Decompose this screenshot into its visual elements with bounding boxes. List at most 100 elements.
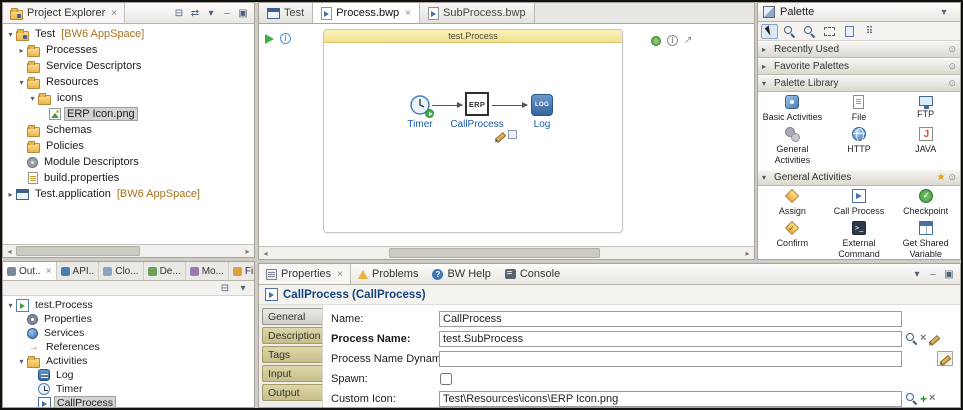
node-timer[interactable]: Timer bbox=[394, 94, 446, 130]
expander-icon[interactable]: ▸ bbox=[16, 46, 27, 55]
info-icon[interactable]: i bbox=[280, 33, 291, 44]
scroll-left-icon[interactable]: ◂ bbox=[3, 247, 16, 256]
minimize-icon[interactable]: – bbox=[926, 267, 940, 282]
tree-item-test-project[interactable]: ▾ Test [BW6 AppSpace] bbox=[3, 26, 254, 42]
process-canvas[interactable]: i i ↗ test.Process bbox=[259, 24, 754, 246]
tree-item-erp-icon-png[interactable]: ERP Icon.png bbox=[3, 106, 254, 122]
maximize-icon[interactable]: ▣ bbox=[942, 267, 956, 282]
expander-icon[interactable]: ▾ bbox=[5, 30, 16, 39]
palette-item-general-activities[interactable]: General Activities bbox=[759, 127, 826, 165]
custom-icon-input[interactable] bbox=[439, 391, 902, 407]
scrollbar-thumb[interactable] bbox=[16, 246, 140, 256]
palette-item-checkpoint[interactable]: Checkpoint bbox=[892, 189, 959, 216]
palette-item-call-process[interactable]: Call Process bbox=[826, 189, 893, 216]
tab-bw-help[interactable]: ? BW Help bbox=[425, 264, 497, 284]
editor-tab-test[interactable]: Test bbox=[259, 3, 313, 23]
zoom-out-icon[interactable] bbox=[801, 24, 818, 39]
collapse-all-icon[interactable]: ⊟ bbox=[218, 281, 232, 296]
tree-item-service-descriptors[interactable]: Service Descriptors bbox=[3, 58, 254, 74]
tree-item-test-application[interactable]: ▸ Test.application [BW6 AppSpace] bbox=[3, 186, 254, 202]
name-input[interactable] bbox=[439, 311, 902, 327]
drawer-recently-used[interactable]: ▸ Recently Used ⊙ bbox=[758, 41, 960, 58]
pin-icon[interactable]: ⊙ bbox=[948, 172, 956, 183]
tab-file-explorer[interactable]: File... bbox=[229, 262, 255, 280]
browse-icon[interactable] bbox=[905, 332, 918, 345]
drawer-palette-library[interactable]: ▾ Palette Library ⊙ bbox=[758, 75, 960, 92]
palette-item-external-command[interactable]: External Command bbox=[826, 221, 893, 259]
palette-item-java[interactable]: JAVA bbox=[892, 127, 959, 165]
scrollbar-thumb[interactable] bbox=[389, 248, 600, 258]
palette-item-basic-activities[interactable]: Basic Activities bbox=[759, 95, 826, 122]
expander-icon[interactable]: ▾ bbox=[16, 357, 27, 366]
layout-grid-icon[interactable]: ⠿ bbox=[861, 24, 878, 39]
tree-item-processes[interactable]: ▸ Processes bbox=[3, 42, 254, 58]
zoom-in-icon[interactable] bbox=[781, 24, 798, 39]
tab-outline[interactable]: Out.. × bbox=[3, 262, 57, 280]
process-scope[interactable]: test.Process Timer bbox=[323, 29, 623, 233]
browse-icon[interactable] bbox=[905, 392, 918, 405]
pin-icon[interactable]: ⊙ bbox=[948, 78, 956, 89]
clear-icon[interactable]: × bbox=[920, 333, 926, 344]
side-tab-tags[interactable]: Tags bbox=[262, 346, 322, 363]
tab-cloud-explorer[interactable]: Clo... bbox=[99, 262, 143, 280]
view-menu-icon[interactable]: ▾ bbox=[236, 281, 250, 296]
tree-item-callprocess[interactable]: CallProcess bbox=[3, 396, 254, 407]
expander-icon[interactable]: ▸ bbox=[5, 190, 16, 199]
project-explorer-hscrollbar[interactable]: ◂ ▸ bbox=[3, 244, 254, 257]
editor-tab-subprocess-bwp[interactable]: SubProcess.bwp bbox=[420, 3, 535, 23]
palette-item-http[interactable]: HTTP bbox=[826, 127, 893, 165]
node-callprocess[interactable]: ERP CallProcess bbox=[446, 92, 508, 130]
tab-modules[interactable]: Mo... bbox=[186, 262, 229, 280]
scroll-right-icon[interactable]: ▸ bbox=[741, 249, 754, 258]
edit-icon[interactable] bbox=[928, 333, 940, 345]
tree-item-resources[interactable]: ▾ Resources bbox=[3, 74, 254, 90]
clear-icon[interactable]: × bbox=[929, 393, 935, 404]
tree-item-activities[interactable]: ▾ Activities bbox=[3, 354, 254, 368]
tree-item-icons-folder[interactable]: ▾ icons bbox=[3, 90, 254, 106]
scrollbar-track[interactable] bbox=[16, 245, 241, 257]
tree-item-references[interactable]: → References bbox=[3, 340, 254, 354]
edit-badge-icon[interactable] bbox=[494, 130, 506, 142]
collapse-all-icon[interactable]: ⊟ bbox=[172, 6, 186, 21]
scroll-left-icon[interactable]: ◂ bbox=[259, 249, 272, 258]
expander-icon[interactable]: ▾ bbox=[27, 94, 38, 103]
tree-item-test-process[interactable]: ▾ test.Process bbox=[3, 298, 254, 312]
tree-item-module-descriptors[interactable]: Module Descriptors bbox=[3, 154, 254, 170]
marquee-tool-icon[interactable] bbox=[821, 24, 838, 39]
play-icon[interactable] bbox=[265, 34, 274, 44]
pin-icon[interactable]: ⊙ bbox=[948, 44, 956, 55]
node-log[interactable]: LOG Log bbox=[516, 94, 568, 130]
add-icon[interactable]: + bbox=[920, 393, 927, 405]
validation-badge-icon[interactable] bbox=[508, 130, 517, 139]
tree-item-policies[interactable]: Policies bbox=[3, 138, 254, 154]
close-icon[interactable]: × bbox=[46, 266, 52, 277]
process-name-dynamic-input[interactable] bbox=[439, 351, 902, 367]
palette-item-ftp[interactable]: FTP bbox=[892, 95, 959, 122]
scrollbar-track[interactable] bbox=[272, 247, 741, 259]
editor-tab-process-bwp[interactable]: Process.bwp × bbox=[313, 3, 420, 23]
select-tool-icon[interactable] bbox=[761, 24, 778, 39]
tab-problems[interactable]: Problems bbox=[351, 264, 425, 284]
drawer-favorite-palettes[interactable]: ▸ Favorite Palettes ⊙ bbox=[758, 58, 960, 75]
tab-properties[interactable]: Properties × bbox=[259, 264, 351, 284]
tree-item-timer[interactable]: Timer bbox=[3, 382, 254, 396]
palette-item-file[interactable]: File bbox=[826, 95, 893, 122]
tab-console[interactable]: Console bbox=[498, 264, 567, 284]
tree-item-schemas[interactable]: Schemas bbox=[3, 122, 254, 138]
tree-item-log[interactable]: Log bbox=[3, 368, 254, 382]
maximize-icon[interactable]: ▣ bbox=[236, 6, 250, 21]
validation-ok-icon[interactable] bbox=[651, 36, 661, 46]
palette-item-assign[interactable]: Assign bbox=[759, 189, 826, 216]
external-link-icon[interactable]: ↗ bbox=[684, 35, 692, 46]
tree-item-properties[interactable]: Properties bbox=[3, 312, 254, 326]
view-menu-icon[interactable]: ▾ bbox=[204, 6, 218, 21]
note-tool-icon[interactable] bbox=[841, 24, 858, 39]
expander-icon[interactable]: ▾ bbox=[5, 301, 16, 310]
side-tab-description[interactable]: Description bbox=[262, 327, 322, 344]
minimize-icon[interactable]: – bbox=[220, 6, 234, 21]
tree-item-services[interactable]: Services bbox=[3, 326, 254, 340]
favorite-star-icon[interactable]: ★ bbox=[936, 172, 945, 183]
drawer-general-activities[interactable]: ▾ General Activities ★ ⊙ bbox=[758, 169, 960, 186]
expander-icon[interactable]: ▾ bbox=[16, 78, 27, 87]
side-tab-output[interactable]: Output bbox=[262, 384, 322, 401]
